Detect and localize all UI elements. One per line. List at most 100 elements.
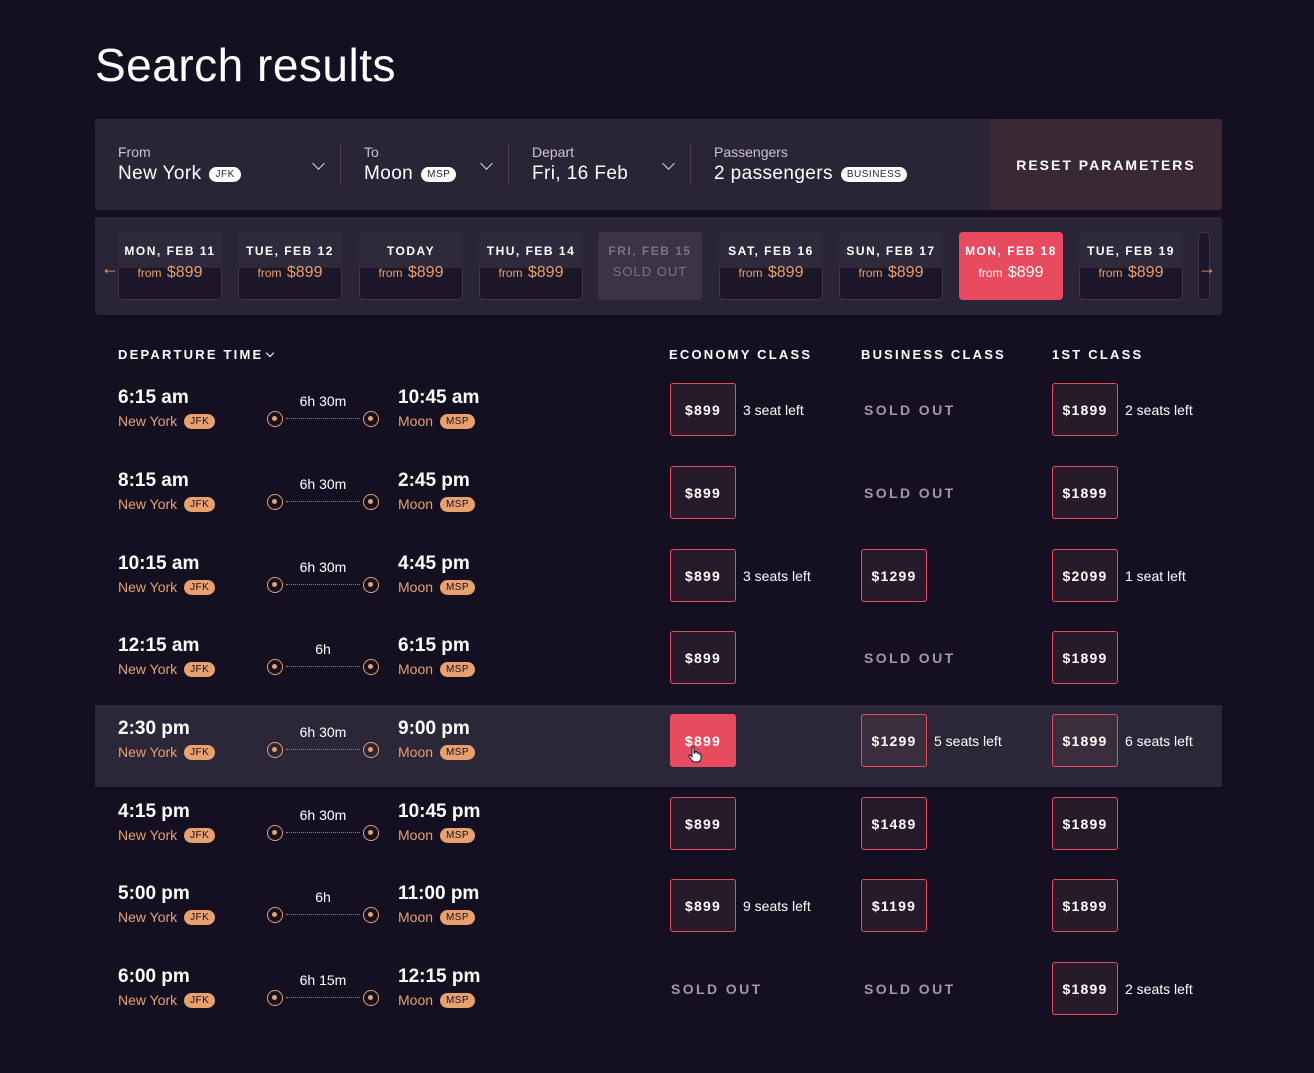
first-price-button[interactable]: $1899: [1052, 383, 1118, 436]
arrival-time: 12:15 pm: [398, 966, 481, 987]
date-price: $899: [166, 264, 203, 281]
date-card[interactable]: SAT, FEB 16 from $899: [719, 232, 823, 300]
arrival-city: Moon MSP: [398, 661, 475, 677]
column-business: BUSINESS CLASS: [861, 347, 1006, 362]
flight-row: 2:30 pm New York JFK 6h 30m 9:00 pm Moon MSP $8…: [95, 705, 1222, 787]
column-departure-time[interactable]: DEPARTURE TIME: [118, 347, 275, 362]
date-card[interactable]: SUN, FEB 17 from $899: [839, 232, 943, 300]
departure-time: 4:15 pm: [118, 801, 190, 822]
arrival-city: Moon MSP: [398, 579, 475, 595]
arrow-right-icon[interactable]: →: [1198, 259, 1216, 277]
date-card-sold-out: SOLD OUT: [612, 264, 688, 279]
date-card-price: from $899: [238, 262, 342, 282]
arrival-city: Moon MSP: [398, 496, 475, 512]
economy-price-button[interactable]: $899: [670, 383, 736, 436]
economy-price-button[interactable]: $899: [670, 631, 736, 684]
first-price-button[interactable]: $2099: [1052, 549, 1118, 602]
origin-dot-icon: [267, 907, 283, 923]
economy-price-button[interactable]: $899: [670, 879, 736, 932]
departure-city-name: New York: [118, 413, 178, 429]
arrival-city-name: Moon: [398, 992, 434, 1008]
flight-duration: 6h 30m: [299, 393, 347, 409]
flight-duration: 6h 30m: [299, 807, 347, 823]
first-price-button[interactable]: $1899: [1052, 714, 1118, 767]
date-card-price: from $899: [479, 262, 583, 282]
arrival-time: 11:00 pm: [398, 883, 480, 904]
date-card-price: from $899: [839, 262, 943, 282]
route-line: [267, 577, 379, 593]
economy-price-button[interactable]: $899: [670, 797, 736, 850]
date-price: $899: [527, 264, 564, 281]
date-price: $899: [1007, 264, 1044, 281]
first-price-button[interactable]: $1899: [1052, 631, 1118, 684]
business-price-button[interactable]: $1199: [861, 879, 927, 932]
from-field[interactable]: From New York JFK: [95, 119, 341, 210]
economy-price-button[interactable]: $899: [670, 549, 736, 602]
column-economy: ECONOMY CLASS: [669, 347, 813, 362]
first-price-button[interactable]: $1899: [1052, 797, 1118, 850]
to-code-badge: MSP: [421, 166, 457, 182]
flight-row: 6:00 pm New York JFK 6h 15m 12:15 pm Moon MSP S…: [95, 953, 1222, 1035]
departure-city-name: New York: [118, 827, 178, 843]
economy-seats-left: 3 seat left: [743, 402, 804, 418]
business-price-button[interactable]: $1299: [861, 714, 927, 767]
business-sold-out: SOLD OUT: [864, 981, 956, 997]
date-price: $899: [767, 264, 804, 281]
date-card-price: from $899: [118, 262, 222, 282]
business-price-button[interactable]: $1489: [861, 797, 927, 850]
business-price-button[interactable]: $1299: [861, 549, 927, 602]
arrival-code-badge: MSP: [440, 909, 475, 925]
from-value: New York: [118, 163, 202, 184]
date-price: $899: [1127, 264, 1164, 281]
arrival-code-badge: MSP: [440, 661, 475, 677]
departure-code-badge: JFK: [184, 992, 216, 1008]
economy-price-button[interactable]: $899: [670, 466, 736, 519]
departure-time: 10:15 am: [118, 553, 200, 574]
departure-city: New York JFK: [118, 909, 216, 925]
route-line: [267, 825, 379, 841]
departure-city-name: New York: [118, 744, 178, 760]
reset-parameters-button[interactable]: RESET PARAMETERS: [990, 119, 1222, 210]
destination-dot-icon: [363, 990, 379, 1006]
route-dotted-line: [286, 832, 360, 833]
arrival-code-badge: MSP: [440, 496, 475, 512]
arrival-city-name: Moon: [398, 744, 434, 760]
business-sold-out: SOLD OUT: [864, 402, 956, 418]
economy-price-button[interactable]: $899: [670, 714, 736, 767]
flight-duration: 6h 30m: [299, 559, 347, 575]
arrival-city-name: Moon: [398, 496, 434, 512]
departure-time: 5:00 pm: [118, 883, 190, 904]
from-label: from: [978, 266, 1003, 280]
date-card[interactable]: TUE, FEB 12 from $899: [238, 232, 342, 300]
passengers-field[interactable]: Passengers 2 passengers BUSINESS: [691, 119, 981, 210]
arrival-city-name: Moon: [398, 579, 434, 595]
from-label: from: [498, 266, 523, 280]
departure-city: New York JFK: [118, 744, 216, 760]
departure-city-name: New York: [118, 496, 178, 512]
date-card[interactable]: THU, FEB 14 from $899: [479, 232, 583, 300]
date-card[interactable]: MON, FEB 18 from $899: [959, 232, 1063, 300]
business-sold-out: SOLD OUT: [864, 485, 956, 501]
arrow-left-icon[interactable]: ←: [101, 259, 119, 277]
business-seats-left: 5 seats left: [934, 733, 1002, 749]
depart-field[interactable]: Depart Fri, 16 Feb: [509, 119, 691, 210]
departure-city-name: New York: [118, 579, 178, 595]
route-dotted-line: [286, 418, 360, 419]
route-dotted-line: [286, 666, 360, 667]
date-card[interactable]: MON, FEB 11 from $899: [118, 232, 222, 300]
page-title: Search results: [95, 39, 397, 91]
route-dotted-line: [286, 584, 360, 585]
first-price-button[interactable]: $1899: [1052, 879, 1118, 932]
flight-duration: 6h 30m: [299, 476, 347, 492]
date-card[interactable]: TUE, FEB 19 from $899: [1079, 232, 1183, 300]
arrival-time: 2:45 pm: [398, 470, 470, 491]
departure-city-name: New York: [118, 992, 178, 1008]
route-line: [267, 990, 379, 1006]
arrival-time: 6:15 pm: [398, 635, 470, 656]
origin-dot-icon: [267, 659, 283, 675]
origin-dot-icon: [267, 742, 283, 758]
first-price-button[interactable]: $1899: [1052, 466, 1118, 519]
first-price-button[interactable]: $1899: [1052, 962, 1118, 1015]
date-card[interactable]: TODAY from $899: [359, 232, 463, 300]
to-field[interactable]: To Moon MSP: [341, 119, 509, 210]
